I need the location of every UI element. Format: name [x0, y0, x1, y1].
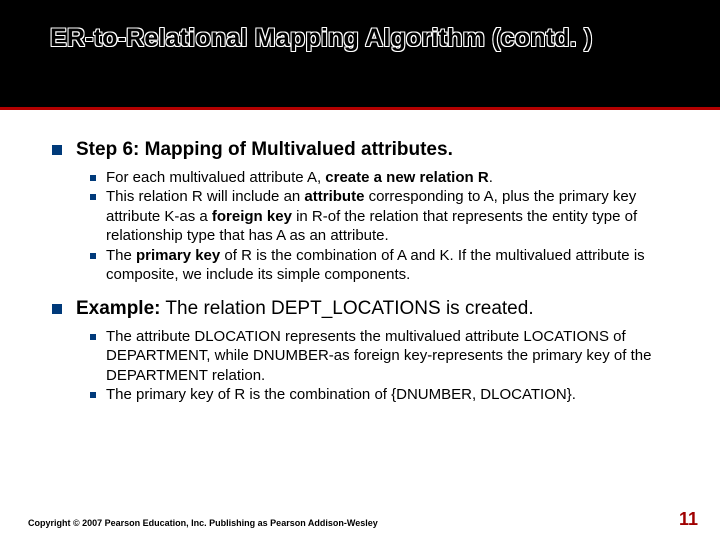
list-item: The primary key of R is the combination …	[90, 246, 684, 285]
step6-bullet-1: For each multivalued attribute A, create…	[106, 168, 493, 188]
square-bullet-icon	[90, 175, 96, 181]
example-bullet-1: The attribute DLOCATION represents the m…	[106, 327, 684, 386]
text-run: The	[106, 247, 136, 264]
text-bold: primary key	[136, 247, 220, 264]
text-run: This relation R will include an	[106, 188, 304, 205]
square-bullet-icon	[90, 334, 96, 340]
page-number: 11	[679, 509, 698, 530]
list-item: The primary key of R is the combination …	[90, 385, 684, 405]
step6-sublist: For each multivalued attribute A, create…	[90, 168, 684, 285]
step6-heading-row: Step 6: Mapping of Multivalued attribute…	[52, 138, 684, 162]
step6-heading: Step 6: Mapping of Multivalued attribute…	[76, 138, 453, 162]
text-bold: attribute	[304, 188, 364, 205]
slide-content: Step 6: Mapping of Multivalued attribute…	[0, 110, 720, 405]
step6-bullet-3: The primary key of R is the combination …	[106, 246, 684, 285]
square-bullet-icon	[90, 253, 96, 259]
text-bold: foreign key	[212, 208, 292, 225]
square-bullet-icon	[90, 392, 96, 398]
square-bullet-icon	[52, 304, 62, 314]
example-sublist: The attribute DLOCATION represents the m…	[90, 327, 684, 405]
step6-bullet-2: This relation R will include an attribut…	[106, 187, 684, 246]
list-item: This relation R will include an attribut…	[90, 187, 684, 246]
text-bold: create a new relation R	[325, 169, 488, 186]
example-heading-row: Example: The relation DEPT_LOCATIONS is …	[52, 297, 684, 321]
list-item: For each multivalued attribute A, create…	[90, 168, 684, 188]
example-heading: Example: The relation DEPT_LOCATIONS is …	[76, 297, 534, 321]
text-bold: Example:	[76, 298, 160, 319]
square-bullet-icon	[52, 145, 62, 155]
slide-title: ER-to-Relational Mapping Algorithm (cont…	[50, 24, 670, 53]
list-item: The attribute DLOCATION represents the m…	[90, 327, 684, 386]
header-band: ER-to-Relational Mapping Algorithm (cont…	[0, 0, 720, 110]
text-run: .	[489, 169, 493, 186]
text-run: For each multivalued attribute A,	[106, 169, 325, 186]
copyright-footer: Copyright © 2007 Pearson Education, Inc.…	[28, 518, 378, 528]
text-run: The relation DEPT_LOCATIONS is created.	[160, 298, 533, 319]
example-bullet-2: The primary key of R is the combination …	[106, 385, 576, 405]
slide: ER-to-Relational Mapping Algorithm (cont…	[0, 0, 720, 540]
square-bullet-icon	[90, 194, 96, 200]
